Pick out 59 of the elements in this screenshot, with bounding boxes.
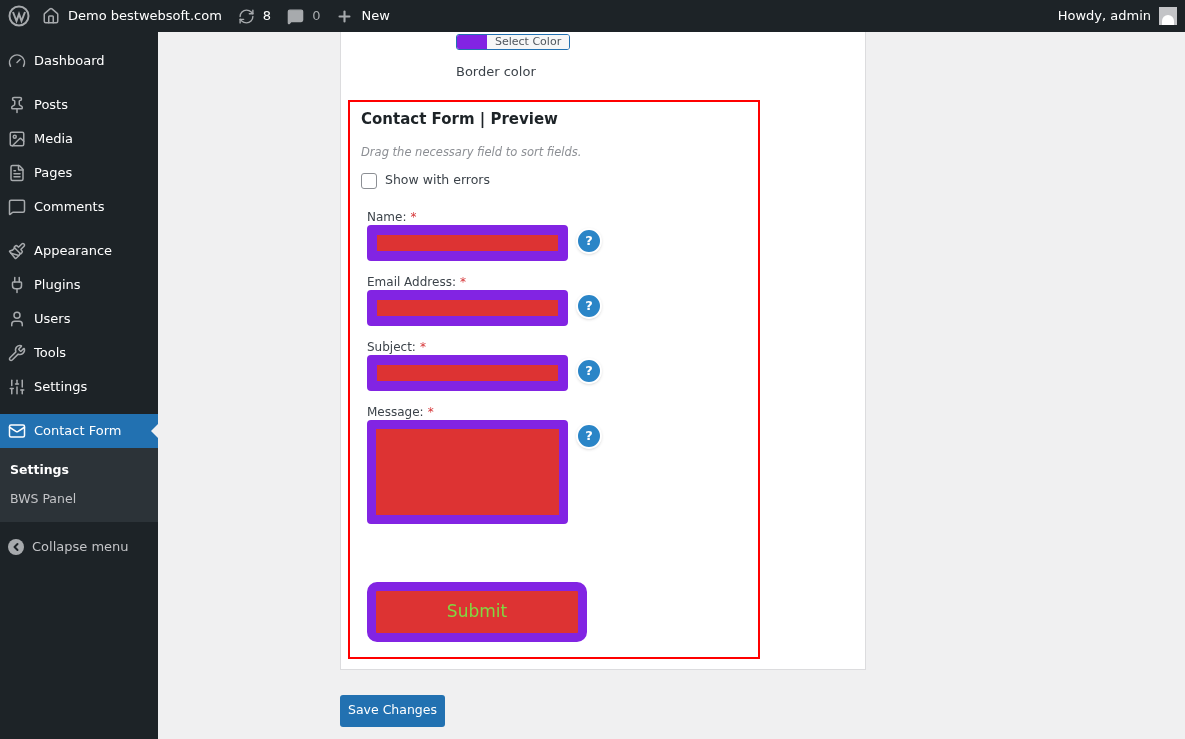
sidebar-item[interactable]: Plugins [0,268,158,302]
sidebar-item[interactable]: Dashboard [0,44,158,78]
help-icon[interactable]: ? [576,423,602,449]
input-field[interactable] [367,355,568,391]
wrench-icon [8,344,26,362]
help-icon[interactable]: ? [576,228,602,254]
field-label: Message: [367,404,424,420]
sidebar-item[interactable]: Pages [0,156,158,190]
field-label: Name: [367,209,407,225]
preview-title: Contact Form | Preview [361,108,559,130]
site-link[interactable]: Demo bestwebsoft.com [68,6,222,26]
speech-bubble-icon [8,198,26,216]
refresh-icon[interactable] [237,7,255,25]
new-link[interactable]: New [361,6,390,26]
required-mark: * [459,274,466,290]
gauge-icon [8,52,26,70]
updates-count[interactable]: 8 [262,6,272,26]
checkbox[interactable] [361,172,377,189]
collapse-icon [8,538,24,555]
field-label: Subject: [367,339,416,355]
current-pointer-icon [151,424,158,438]
document-icon [8,164,26,182]
envelope-icon [8,422,26,440]
comments-count[interactable]: 0 [312,6,321,26]
required-mark: * [419,339,426,355]
sidebar-item[interactable]: Settings [0,370,158,404]
help-icon[interactable]: ? [576,293,602,319]
avatar-icon[interactable] [1159,7,1177,25]
sidebar-item[interactable]: Posts [0,88,158,122]
home-icon[interactable] [42,7,60,25]
greeting[interactable]: Howdy, admin [1057,6,1151,26]
required-mark: * [427,404,434,420]
collapse-button[interactable]: Collapse menu [0,529,158,564]
image-icon [8,130,26,148]
logo-icon[interactable] [8,5,30,27]
submenu-item[interactable]: Settings [0,456,158,485]
save-changes-button[interactable]: Save Changes [340,694,445,727]
input-field[interactable] [367,290,568,326]
checkbox-label: Show with errors [385,171,490,190]
field-description: Border color [456,63,536,81]
submenu-item[interactable]: BWS Panel [0,484,158,514]
help-icon[interactable]: ? [576,358,602,384]
sidebar-item[interactable]: Contact Form [0,414,158,448]
hint-text: Drag the necessary field to sort fields. [361,144,583,161]
user-icon [8,310,26,328]
speech-bubble-icon[interactable] [287,7,305,25]
field-label: Email Address: [367,274,456,290]
paintbrush-icon [8,242,26,260]
required-mark: * [410,209,417,225]
sidebar-item[interactable]: Comments [0,190,158,224]
sidebar-item[interactable]: Tools [0,336,158,370]
sidebar-item[interactable]: Appearance [0,234,158,268]
color-picker-button[interactable]: Select Color [456,34,571,50]
sidebar-item[interactable]: Users [0,302,158,336]
sliders-icon [8,378,26,396]
pin-icon [8,96,26,114]
input-field[interactable] [367,225,568,261]
plus-icon[interactable] [336,7,354,25]
sidebar-item[interactable]: Media [0,122,158,156]
